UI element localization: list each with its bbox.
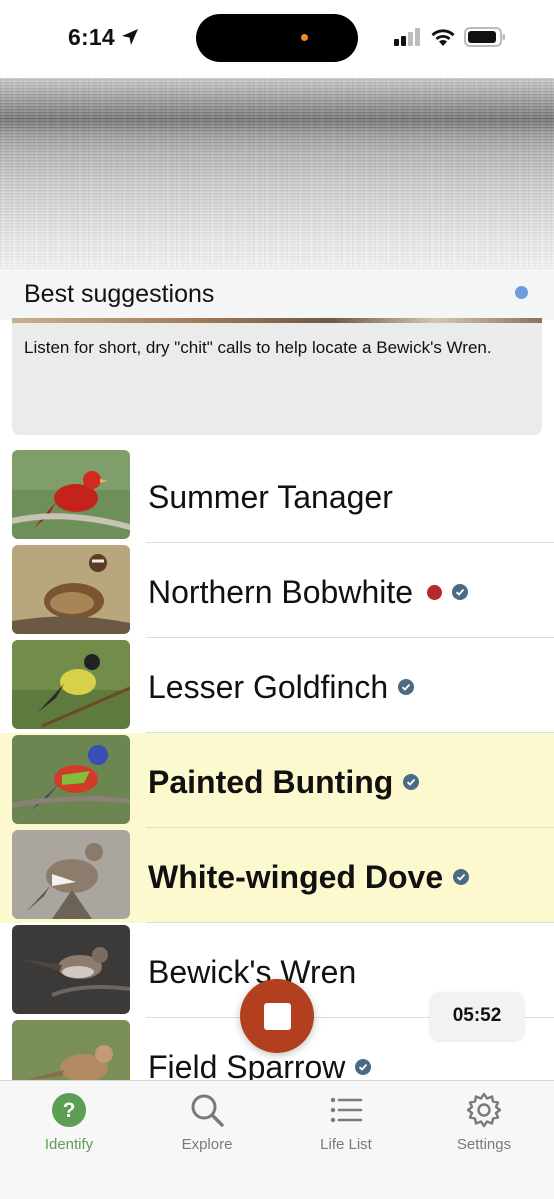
tab-explore[interactable]: Explore xyxy=(147,1091,267,1161)
red-status-dot-icon xyxy=(427,584,443,600)
verified-check-icon xyxy=(452,584,469,600)
wifi-icon xyxy=(431,29,455,46)
species-name: Field Sparrow xyxy=(148,1048,372,1080)
search-icon xyxy=(191,1094,224,1127)
suggestions-header: Best suggestions xyxy=(0,268,554,320)
species-row-painted-bunting[interactable]: Painted Bunting xyxy=(0,733,554,828)
stop-icon xyxy=(264,1003,291,1030)
spectrogram-texture xyxy=(0,78,554,268)
summer-tanager-photo xyxy=(12,450,130,539)
recording-indicator-dot xyxy=(301,34,308,41)
status-bar: 6:14 xyxy=(0,0,554,78)
status-time: 6:14 xyxy=(68,24,115,50)
white-winged-dove-photo xyxy=(12,830,130,919)
gear-icon xyxy=(466,1092,502,1128)
tab-bar: ? Identify Explore Life List Settings xyxy=(0,1080,554,1199)
suggestions-status-dot xyxy=(515,286,528,299)
list-icon xyxy=(330,1097,363,1123)
recording-timer: 05:52 xyxy=(430,992,524,1040)
verified-check-icon xyxy=(453,869,470,885)
tab-settings[interactable]: Settings xyxy=(424,1091,544,1161)
species-name: Bewick's Wren xyxy=(148,954,357,990)
tab-life-list[interactable]: Life List xyxy=(286,1091,406,1161)
tab-label: Identify xyxy=(44,1136,94,1153)
tip-card[interactable]: Listen for short, dry "chit" calls to he… xyxy=(12,323,542,435)
cellular-signal-icon xyxy=(394,28,420,46)
species-name: Summer Tanager xyxy=(148,479,393,515)
verified-check-icon xyxy=(398,679,415,695)
species-name: Lesser Goldfinch xyxy=(148,668,415,706)
northern-bobwhite-photo xyxy=(12,545,130,634)
suggestions-title: Best suggestions xyxy=(24,280,215,308)
svg-text:?: ? xyxy=(63,1099,76,1122)
species-row-northern-bobwhite[interactable]: Northern Bobwhite xyxy=(0,543,554,638)
tab-label: Explore xyxy=(181,1136,233,1153)
lesser-goldfinch-photo xyxy=(12,640,130,729)
field-sparrow-photo xyxy=(12,1020,130,1080)
battery-icon xyxy=(464,27,505,47)
dynamic-island xyxy=(196,14,358,62)
verified-check-icon xyxy=(355,1059,372,1075)
tip-text: Listen for short, dry "chit" calls to he… xyxy=(24,338,492,357)
painted-bunting-photo xyxy=(12,735,130,824)
location-arrow-icon xyxy=(122,29,138,45)
species-name: Northern Bobwhite xyxy=(148,573,469,611)
bewicks-wren-photo xyxy=(12,925,130,1014)
species-row-white-winged-dove[interactable]: White-winged Dove xyxy=(0,828,554,923)
stop-recording-button[interactable] xyxy=(240,979,314,1053)
spectrogram-display xyxy=(0,78,554,268)
tab-label: Settings xyxy=(456,1136,512,1153)
species-row-summer-tanager[interactable]: Summer Tanager xyxy=(0,448,554,543)
species-row-lesser-goldfinch[interactable]: Lesser Goldfinch xyxy=(0,638,554,733)
species-name: Painted Bunting xyxy=(148,763,420,801)
species-name: White-winged Dove xyxy=(148,858,470,896)
tab-label: Life List xyxy=(320,1136,372,1153)
tab-identify[interactable]: ? Identify xyxy=(9,1091,129,1161)
question-circle-icon: ? xyxy=(52,1093,86,1127)
verified-check-icon xyxy=(403,774,420,790)
